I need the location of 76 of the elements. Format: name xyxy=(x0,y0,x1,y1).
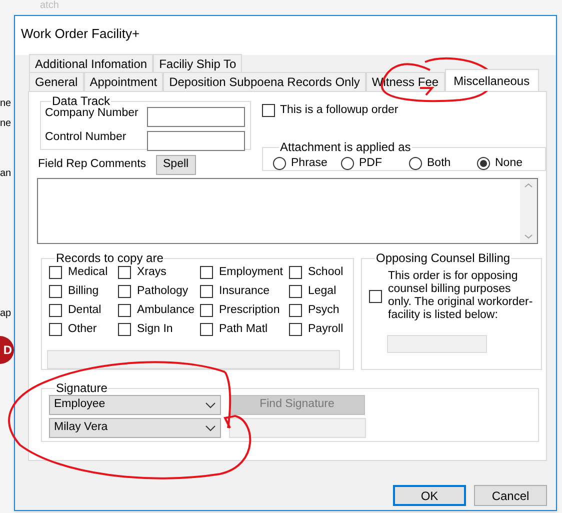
checkbox[interactable] xyxy=(289,285,302,298)
group-title: Opposing Counsel Billing xyxy=(375,252,512,264)
checkbox-label: Insurance xyxy=(219,284,270,299)
group-title: Attachment is applied as xyxy=(279,141,412,154)
checkbox-label: Medical xyxy=(68,264,108,280)
record-button[interactable]: D xyxy=(0,336,14,364)
checkbox-label: Sign In xyxy=(137,322,173,337)
checkbox-label: School xyxy=(308,264,344,280)
checkbox-label: Ambulance xyxy=(137,302,195,318)
checkbox[interactable] xyxy=(289,266,302,279)
group-title: Data Track xyxy=(51,95,110,107)
radio-button[interactable] xyxy=(273,157,286,170)
checkbox-label: Path Matl xyxy=(219,322,268,337)
checkbox[interactable] xyxy=(200,266,213,279)
tab[interactable]: Miscellaneous xyxy=(444,69,539,91)
description-text: This order is for opposing counsel billing purposes only. The original workorder-facility is listed below: xyxy=(388,270,533,322)
checkbox-label: Dental xyxy=(68,302,102,318)
checkbox-label: Xrays xyxy=(137,264,166,280)
text-field[interactable] xyxy=(147,131,245,151)
dialog-button[interactable]: OK xyxy=(393,485,466,506)
caret-icon xyxy=(205,402,216,408)
background-text: ap xyxy=(0,307,12,321)
checkbox[interactable] xyxy=(200,323,213,336)
text-field[interactable] xyxy=(147,107,245,127)
dialog-button[interactable]: Cancel xyxy=(474,485,547,506)
checkbox-label: Billing xyxy=(68,284,99,299)
background-text: ne xyxy=(0,117,12,131)
checkbox[interactable] xyxy=(49,323,62,336)
scrollbar[interactable] xyxy=(520,179,537,243)
field-label: Control Number xyxy=(45,130,128,145)
checkbox[interactable] xyxy=(262,104,275,118)
comments-textarea[interactable] xyxy=(37,178,538,244)
checkbox[interactable] xyxy=(200,304,213,317)
checkbox-label: This is a followup order xyxy=(280,103,398,118)
caret-icon xyxy=(205,424,216,432)
dropdown[interactable]: Milay Vera xyxy=(49,418,221,438)
tab[interactable]: Faciliy Ship To xyxy=(153,54,242,73)
field-label: Company Number xyxy=(45,106,140,121)
background-text: ne xyxy=(0,97,12,111)
checkbox[interactable] xyxy=(289,323,302,336)
checkbox[interactable] xyxy=(118,266,131,279)
checkbox[interactable] xyxy=(118,304,131,317)
background-text: atch xyxy=(40,0,59,11)
group-title: Signature xyxy=(55,382,108,394)
checkbox[interactable] xyxy=(49,285,62,298)
checkbox-label: Psych xyxy=(308,302,340,318)
checkbox-label: Other xyxy=(68,322,97,337)
spell-button[interactable]: Spell xyxy=(156,155,196,175)
checkbox[interactable] xyxy=(289,304,302,317)
checkbox-label: Prescription xyxy=(219,302,280,318)
window-title: Work Order Facility+ xyxy=(21,25,140,43)
checkbox-label: Pathology xyxy=(137,284,188,299)
radio-label: Phrase xyxy=(291,156,328,172)
radio-label: None xyxy=(495,156,522,172)
checkbox[interactable] xyxy=(49,304,62,317)
group-title: Records to copy are xyxy=(55,252,164,264)
background-text: an xyxy=(0,167,12,181)
tab[interactable]: General xyxy=(29,72,84,91)
tab[interactable]: Deposition Subpoena Records Only xyxy=(163,72,366,91)
checkbox[interactable] xyxy=(369,290,382,302)
radio-label: Both xyxy=(427,156,451,172)
radio-button[interactable] xyxy=(409,157,422,170)
tab[interactable]: Additional Infomation xyxy=(29,54,154,73)
checkbox[interactable] xyxy=(118,285,131,298)
tab[interactable]: Appointment xyxy=(84,72,164,91)
field-label: Field Rep Comments xyxy=(38,157,146,172)
checkbox[interactable] xyxy=(118,323,131,336)
checkbox[interactable] xyxy=(200,285,213,298)
checkbox-label: Payroll xyxy=(308,322,344,337)
radio-label: PDF xyxy=(359,156,382,172)
checkbox-label: Legal xyxy=(308,284,336,299)
dropdown[interactable]: Employee xyxy=(49,395,221,415)
checkbox[interactable] xyxy=(49,266,62,279)
radio-button[interactable] xyxy=(477,157,490,170)
radio-button[interactable] xyxy=(341,157,354,170)
checkbox-label: Employment xyxy=(219,264,283,280)
